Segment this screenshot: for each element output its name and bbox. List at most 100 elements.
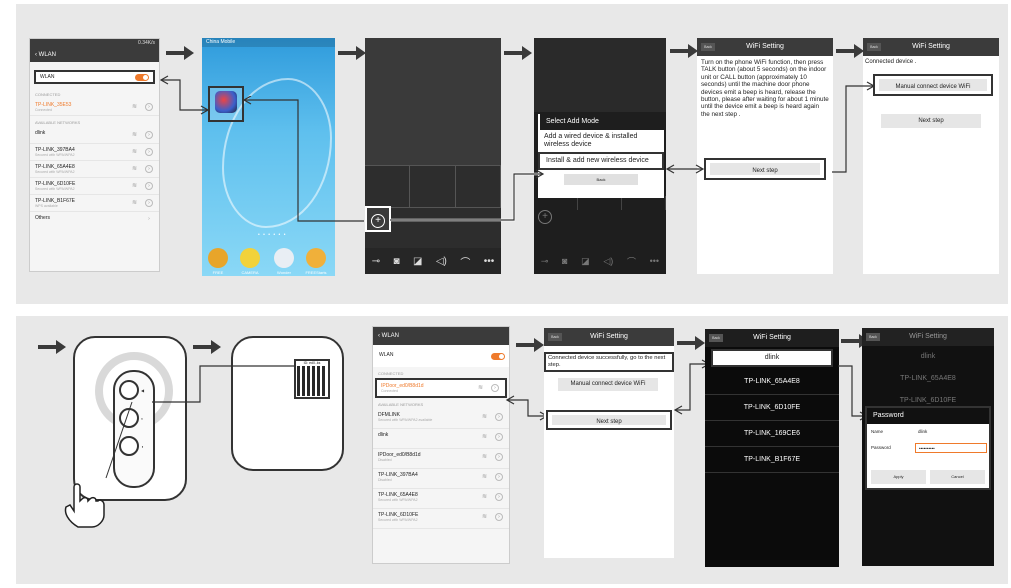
channel-grid	[365, 166, 501, 208]
arrow-right-icon[interactable]: ›	[145, 199, 153, 207]
arrow-right-icon[interactable]: ›	[495, 473, 503, 481]
network-item[interactable]: dlink ≋ ›	[30, 127, 159, 144]
network-item[interactable]: dlink ≋ ›	[373, 429, 509, 449]
select-add-mode-screen: Select Add Mode Add a wired device & ins…	[534, 38, 666, 274]
phone-icon[interactable]: ⌒	[460, 254, 470, 269]
next-step-button[interactable]: Next step	[881, 114, 981, 128]
network-item[interactable]: TP-LINK_6D10FE Secured with WPA/WPA2 ≋ ›	[30, 178, 159, 195]
arrow-right-icon[interactable]: ›	[145, 131, 153, 139]
network-item[interactable]: IPDoor_ed0/B8d1d Disabled ≋ ›	[373, 449, 509, 469]
list-item[interactable]: TP-LINK_6D10FE	[705, 395, 839, 421]
back-button[interactable]: Back	[564, 174, 638, 185]
arrow-right-icon[interactable]: ›	[145, 148, 153, 156]
arrow-right-icon[interactable]: ›	[145, 182, 153, 190]
call-button[interactable]	[119, 380, 139, 400]
next-step-button[interactable]: Next step	[552, 415, 666, 425]
monitor-toolbar: ⊸ ◙ ◪ ◁) ⌒ •••	[534, 248, 666, 274]
wlan-list-screen: 0.34K/s ‹ WLAN WLAN CONNECTED TP-LINK_35…	[29, 38, 160, 272]
unlock-icon: ⊸	[540, 255, 549, 266]
talk-button[interactable]	[119, 408, 139, 428]
option-wired-device[interactable]: Add a wired device & installed wireless …	[538, 130, 664, 152]
dock-app-icon[interactable]	[240, 248, 260, 268]
wlan-toggle-row[interactable]: WLAN	[373, 345, 509, 367]
wlan-header: ‹ WLAN	[30, 48, 159, 62]
wifi-network-list: dlink TP-LINK_65A4E8 TP-LINK_6D10FE	[862, 346, 994, 412]
dialog-title: Password	[867, 408, 989, 424]
list-item[interactable]: TP-LINK_B1F67E	[705, 447, 839, 473]
app-logo-icon	[215, 91, 237, 113]
arrow-right-icon[interactable]: ›	[495, 413, 503, 421]
password-field[interactable]: ••••••••••	[915, 443, 987, 453]
list-item[interactable]: TP-LINK_65A4E8	[705, 369, 839, 395]
wlan-toggle[interactable]	[135, 74, 149, 81]
dock-app-icon[interactable]	[274, 248, 294, 268]
arrow-right-icon[interactable]: ›	[145, 165, 153, 173]
flow-arrow	[504, 46, 532, 60]
arrow-right-icon[interactable]: ›	[495, 513, 503, 521]
wifi-signal-icon: ≋	[482, 514, 488, 520]
video-icon[interactable]: ◪	[413, 256, 422, 267]
back-button[interactable]: Back	[548, 333, 562, 341]
ipdoor-network-highlight[interactable]: IPDoor_ed0/B8d1d Connected ≋ ›	[375, 378, 507, 398]
network-connected[interactable]: TP-LINK_35E53 Connected ≋ ›	[30, 99, 159, 116]
next-step-button[interactable]: Next step	[710, 163, 820, 175]
wifi-signal-icon: ≋	[132, 149, 138, 155]
others-item[interactable]: Others ›	[30, 212, 159, 229]
back-button[interactable]: Back	[867, 43, 881, 51]
wlan-toggle-row[interactable]: WLAN	[34, 70, 155, 84]
more-icon[interactable]: •••	[484, 256, 495, 267]
selected-network-item[interactable]: dlink	[711, 349, 833, 367]
wifi-signal-icon: ≋	[482, 414, 488, 420]
dock-label: FREE	[212, 270, 224, 275]
list-item[interactable]: dlink	[862, 346, 994, 368]
manual-connect-button[interactable]: Manual connect device WiFi	[558, 378, 658, 391]
back-button[interactable]: Back	[709, 334, 723, 342]
back-button[interactable]: Back	[701, 43, 715, 51]
password-row: Password ••••••••••	[867, 440, 989, 456]
network-item[interactable]: TP-LINK_397BA4 Disabled ≋ ›	[373, 469, 509, 489]
network-item[interactable]: TP-LINK_397BA4 Secured with WPA/WPA2 ≋ ›	[30, 144, 159, 161]
status-bar: 0.34K/s	[30, 39, 159, 48]
connected-device-text: Connected device .	[865, 59, 917, 65]
network-item[interactable]: TP-LINK_6D10FE Secured with WPA/WPA2 ≋ ›	[373, 509, 509, 529]
wifi-setting-instructions-screen: Back WiFi Setting Turn on the phone WiFi …	[697, 38, 833, 274]
arrow-right-icon[interactable]: ›	[495, 493, 503, 501]
arrow-right-icon[interactable]: ›	[495, 433, 503, 441]
doorphone-app-icon[interactable]	[208, 86, 244, 122]
apply-button[interactable]: Apply	[871, 470, 926, 484]
speaker-icon[interactable]: ◁)	[436, 256, 447, 267]
network-item[interactable]: TP-LINK_65A4E8 Secured with WPA/WPA2 ≋ ›	[30, 161, 159, 178]
flow-arrow	[166, 46, 194, 60]
manual-connect-button[interactable]: Manual connect device WiFi	[879, 79, 987, 91]
others-label: Others	[35, 215, 51, 221]
network-item[interactable]: TP-LINK_B1F67E WPS available ≋ ›	[30, 195, 159, 212]
dock-app-icon[interactable]	[306, 248, 326, 268]
flow-arrow	[516, 338, 544, 352]
camera-icon[interactable]: ◙	[394, 256, 400, 267]
list-item[interactable]: TP-LINK_169CE6	[705, 421, 839, 447]
arrow-right-icon[interactable]: ›	[145, 103, 153, 111]
dock-app-icon[interactable]	[208, 248, 228, 268]
connected-header: CONNECTED	[35, 92, 61, 97]
wlan-toggle[interactable]	[491, 353, 505, 360]
list-item[interactable]: TP-LINK_65A4E8	[862, 368, 994, 390]
unlock-button[interactable]	[119, 436, 139, 456]
name-field[interactable]: dlink	[915, 427, 987, 437]
network-name: dlink	[35, 130, 46, 136]
screen-title: WiFi Setting	[753, 334, 791, 341]
arrow-right-icon[interactable]: ›	[495, 453, 503, 461]
flow-arrow	[193, 340, 221, 354]
wifi-signal-icon: ≋	[482, 454, 488, 460]
flow-arrow	[677, 336, 705, 350]
wifi-setting-header: Back WiFi Setting	[705, 329, 839, 347]
add-device-button[interactable]: +	[365, 206, 391, 232]
arrow-right-icon[interactable]: ›	[491, 384, 499, 392]
password-dialog: Password Name dlink Password •••••••••• Ap…	[865, 406, 991, 490]
network-item[interactable]: TP-LINK_65A4E8 Secured with WPA/WPA2 ≋ ›	[373, 489, 509, 509]
back-button[interactable]: Back	[866, 333, 880, 341]
network-item[interactable]: DFMLINK Secured with WPA/WPA2 available ≋ ›	[373, 409, 509, 429]
unlock-icon[interactable]: ⊸	[372, 256, 380, 267]
cancel-button[interactable]: Cancel	[930, 470, 985, 484]
wifi-signal-icon: ≋	[482, 474, 488, 480]
option-new-wireless-device[interactable]: Install & add new wireless device	[538, 152, 664, 170]
